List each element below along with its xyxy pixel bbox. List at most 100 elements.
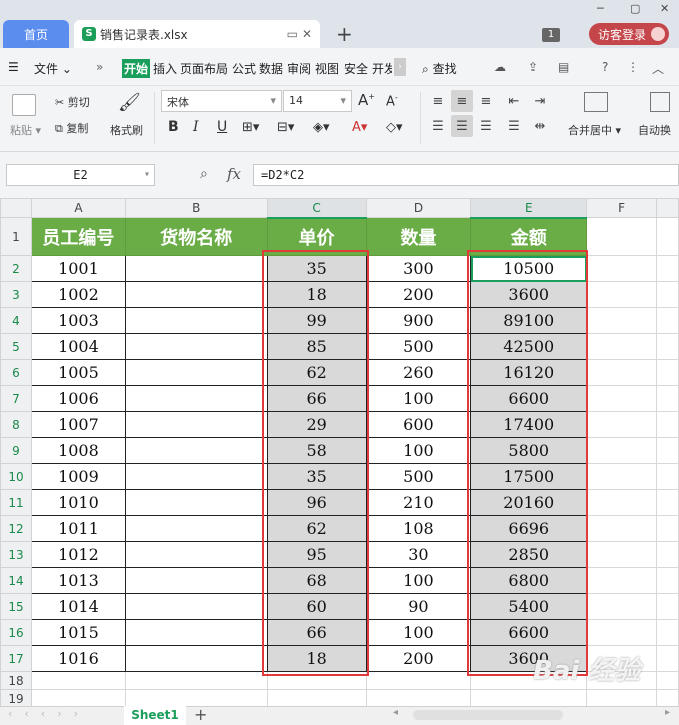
quantity-cell[interactable]: 108 [365, 515, 472, 542]
empty-cell[interactable] [586, 567, 657, 594]
employee-id-cell[interactable]: 1011 [30, 515, 126, 542]
align-middle-icon[interactable]: ≡ [451, 90, 473, 112]
paste-icon[interactable] [12, 94, 36, 116]
row-header[interactable]: 4 [0, 307, 32, 334]
empty-cell[interactable] [586, 385, 657, 412]
goods-name-cell[interactable] [124, 645, 268, 672]
goods-name-cell[interactable] [124, 281, 268, 308]
empty-cell[interactable] [656, 645, 679, 672]
search-button[interactable]: ⌕ 查找 [422, 60, 457, 77]
row-header[interactable]: 7 [0, 385, 32, 412]
auto-wrap-button[interactable]: 自动换 [638, 122, 679, 138]
monitor-icon[interactable]: ▭ [287, 27, 298, 41]
empty-cell[interactable] [656, 217, 679, 256]
decrease-font-icon[interactable]: A- [386, 93, 398, 109]
font-size-select[interactable]: 14 ▾ [283, 90, 352, 112]
eraser-icon[interactable]: ◇▾ [386, 120, 403, 135]
empty-cell[interactable] [656, 619, 679, 646]
menu-item-data[interactable]: 数据 [259, 60, 283, 77]
employee-id-cell[interactable]: 1004 [30, 333, 126, 360]
empty-cell[interactable] [30, 671, 126, 690]
empty-cell[interactable] [656, 489, 679, 516]
column-header-a[interactable]: A [30, 198, 126, 218]
close-tab-icon[interactable]: ✕ [302, 27, 312, 41]
menu-item-formula[interactable]: 公式 [232, 60, 256, 77]
empty-cell[interactable] [124, 689, 268, 706]
close-window-icon[interactable]: ✕ [660, 2, 669, 15]
horizontal-scrollbar[interactable] [413, 710, 563, 720]
merge-center-icon[interactable] [584, 92, 608, 112]
menu-item-home[interactable]: 开始 [122, 59, 151, 78]
column-header-b[interactable]: B [124, 198, 268, 218]
empty-cell[interactable] [656, 255, 679, 282]
empty-cell[interactable] [586, 619, 657, 646]
menu-file[interactable]: 文件 ⌄ [34, 60, 72, 77]
menu-item-developer[interactable]: 开发 [372, 60, 392, 77]
empty-cell[interactable] [586, 515, 657, 542]
column-header-d[interactable]: D [365, 198, 472, 218]
menu-item-security[interactable]: 安全 [344, 60, 368, 77]
empty-cell[interactable] [656, 593, 679, 620]
empty-cell[interactable] [586, 463, 657, 490]
bold-icon[interactable]: B [168, 119, 179, 135]
empty-cell[interactable] [586, 333, 657, 360]
indent-increase-icon[interactable]: ⇥ [529, 90, 551, 112]
new-tab-button[interactable]: + [336, 24, 353, 44]
empty-cell[interactable] [586, 307, 657, 334]
scroll-left-icon[interactable]: ◂ [393, 707, 398, 718]
menu-item-insert[interactable]: 插入 [153, 60, 177, 77]
quantity-cell[interactable]: 300 [365, 255, 472, 282]
cloud-icon[interactable]: ☁ [494, 60, 506, 74]
goods-name-cell[interactable] [124, 515, 268, 542]
goods-name-cell[interactable] [124, 333, 268, 360]
auto-wrap-icon[interactable] [650, 92, 670, 112]
justify-icon[interactable]: ☰ [503, 115, 525, 137]
row-header[interactable]: 17 [0, 645, 32, 672]
quantity-cell[interactable]: 100 [365, 437, 472, 464]
empty-cell[interactable] [124, 671, 268, 690]
empty-cell[interactable] [656, 411, 679, 438]
indent-decrease-icon[interactable]: ⇤ [503, 90, 525, 112]
header-cell[interactable]: 货物名称 [124, 217, 268, 256]
share-icon[interactable]: ⇪ [528, 60, 538, 74]
empty-cell[interactable] [656, 281, 679, 308]
header-cell[interactable]: 员工编号 [30, 217, 126, 256]
employee-id-cell[interactable]: 1001 [30, 255, 126, 282]
row-header[interactable]: 11 [0, 489, 32, 516]
paste-button[interactable]: 粘贴 ▾ [10, 122, 41, 138]
quantity-cell[interactable]: 200 [365, 281, 472, 308]
window-count-badge[interactable]: 1 [542, 28, 560, 42]
goods-name-cell[interactable] [124, 489, 268, 516]
minimize-icon[interactable]: ─ [597, 2, 604, 15]
row-header[interactable]: 12 [0, 515, 32, 542]
empty-cell[interactable] [586, 437, 657, 464]
empty-cell[interactable] [365, 689, 472, 706]
row-header[interactable]: 3 [0, 281, 32, 308]
add-sheet-button[interactable]: + [194, 705, 207, 724]
row-header[interactable]: 13 [0, 541, 32, 568]
maximize-icon[interactable]: ▢ [630, 2, 640, 15]
goods-name-cell[interactable] [124, 463, 268, 490]
quantity-cell[interactable]: 30 [365, 541, 472, 568]
empty-cell[interactable] [266, 689, 367, 706]
employee-id-cell[interactable]: 1003 [30, 307, 126, 334]
goods-name-cell[interactable] [124, 567, 268, 594]
formula-input[interactable]: =D2*C2 [253, 164, 679, 186]
row-header[interactable]: 9 [0, 437, 32, 464]
employee-id-cell[interactable]: 1012 [30, 541, 126, 568]
empty-cell[interactable] [656, 463, 679, 490]
menu-more[interactable]: » [96, 60, 103, 74]
empty-cell[interactable] [586, 217, 657, 256]
employee-id-cell[interactable]: 1016 [30, 645, 126, 672]
empty-cell[interactable] [470, 689, 588, 706]
employee-id-cell[interactable]: 1008 [30, 437, 126, 464]
column-header-g[interactable] [656, 198, 679, 218]
scroll-right-icon[interactable]: ▸ [665, 707, 670, 718]
collapse-ribbon-icon[interactable]: ︿ [652, 60, 664, 77]
copy-button[interactable]: ⧉ 复制 [55, 120, 88, 136]
row-header[interactable]: 14 [0, 567, 32, 594]
header-cell[interactable]: 数量 [365, 217, 472, 256]
empty-cell[interactable] [586, 489, 657, 516]
name-box[interactable]: E2 ▾ [6, 164, 155, 186]
quantity-cell[interactable]: 100 [365, 567, 472, 594]
